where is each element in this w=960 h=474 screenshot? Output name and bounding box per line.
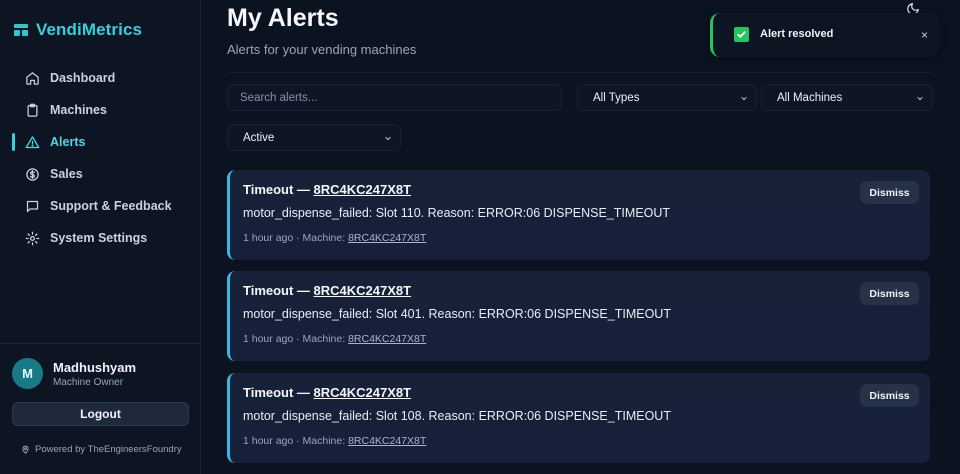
brand-name: VendiMetrics bbox=[36, 20, 143, 39]
alert-title: Timeout — 8RC4KC247X8T bbox=[243, 283, 411, 298]
chevron-down-icon bbox=[384, 133, 392, 141]
sidebar-item-label: Dashboard bbox=[50, 71, 116, 85]
sidebar-item-settings[interactable]: System Settings bbox=[0, 222, 201, 254]
sidebar-item-label: System Settings bbox=[50, 231, 148, 245]
sidebar-item-label: Sales bbox=[50, 167, 83, 181]
sidebar-nav: Dashboard Machines Alerts Sales Support … bbox=[0, 62, 201, 254]
divider bbox=[227, 72, 933, 73]
check-icon bbox=[734, 27, 749, 42]
chat-icon bbox=[24, 198, 40, 214]
toast-notification: Alert resolved × bbox=[710, 13, 940, 57]
alert-card: Timeout — 8RC4KC247X8T motor_dispense_fa… bbox=[227, 271, 930, 361]
alert-message: motor_dispense_failed: Slot 108. Reason:… bbox=[243, 409, 671, 423]
machine-filter-value: All Machines bbox=[777, 91, 843, 104]
sidebar-item-support[interactable]: Support & Feedback bbox=[0, 190, 201, 222]
sidebar-item-label: Support & Feedback bbox=[50, 199, 172, 213]
alert-type: Timeout — bbox=[243, 385, 314, 400]
alert-machine-meta-link[interactable]: 8RC4KC247X8T bbox=[348, 435, 426, 447]
alert-type: Timeout — bbox=[243, 182, 314, 197]
alert-time: 1 hour ago · Machine: bbox=[243, 435, 349, 447]
type-filter-value: All Types bbox=[593, 91, 640, 104]
dollar-circle-icon bbox=[24, 166, 40, 182]
brand[interactable]: VendiMetrics bbox=[14, 20, 142, 40]
alert-card: Timeout — 8RC4KC247X8T motor_dispense_fa… bbox=[227, 373, 930, 463]
sidebar-item-machines[interactable]: Machines bbox=[0, 94, 201, 126]
dismiss-button[interactable]: Dismiss bbox=[860, 181, 919, 204]
alert-message: motor_dispense_failed: Slot 110. Reason:… bbox=[243, 206, 671, 220]
alert-title: Timeout — 8RC4KC247X8T bbox=[243, 385, 411, 400]
avatar: M bbox=[12, 358, 43, 389]
alert-title: Timeout — 8RC4KC247X8T bbox=[243, 182, 411, 197]
alert-time: 1 hour ago · Machine: bbox=[243, 333, 349, 345]
logo-icon bbox=[14, 23, 28, 37]
powered-by-text: Powered by TheEngineersFoundry bbox=[35, 444, 182, 455]
chevron-down-icon bbox=[740, 93, 748, 101]
user-role: Machine Owner bbox=[53, 376, 124, 388]
dismiss-button[interactable]: Dismiss bbox=[860, 282, 919, 305]
alert-machine-link[interactable]: 8RC4KC247X8T bbox=[314, 182, 412, 197]
alert-time: 1 hour ago · Machine: bbox=[243, 232, 349, 244]
search-input[interactable] bbox=[227, 84, 562, 111]
location-pin-icon bbox=[22, 445, 29, 454]
gear-icon bbox=[24, 230, 40, 246]
alert-machine-meta-link[interactable]: 8RC4KC247X8T bbox=[348, 333, 426, 345]
sidebar-item-label: Machines bbox=[50, 103, 107, 117]
home-icon bbox=[24, 70, 40, 86]
user-profile: M Madhushyam Machine Owner bbox=[12, 358, 136, 389]
status-filter-select[interactable]: Active bbox=[227, 124, 401, 151]
page-title: My Alerts bbox=[227, 4, 339, 32]
alert-meta: 1 hour ago · Machine: 8RC4KC247X8T bbox=[243, 435, 426, 447]
close-icon[interactable]: × bbox=[921, 28, 928, 42]
page-subtitle: Alerts for your vending machines bbox=[227, 42, 417, 57]
alert-machine-link[interactable]: 8RC4KC247X8T bbox=[314, 385, 412, 400]
status-filter-value: Active bbox=[243, 131, 275, 144]
alert-type: Timeout — bbox=[243, 283, 314, 298]
alert-machine-link[interactable]: 8RC4KC247X8T bbox=[314, 283, 412, 298]
alert-machine-meta-link[interactable]: 8RC4KC247X8T bbox=[348, 232, 426, 244]
alert-message: motor_dispense_failed: Slot 401. Reason:… bbox=[243, 307, 671, 321]
alert-meta: 1 hour ago · Machine: 8RC4KC247X8T bbox=[243, 232, 426, 244]
dismiss-button[interactable]: Dismiss bbox=[860, 384, 919, 407]
toast-message: Alert resolved bbox=[760, 28, 834, 40]
alert-card: Timeout — 8RC4KC247X8T motor_dispense_fa… bbox=[227, 170, 930, 260]
sidebar-item-alerts[interactable]: Alerts bbox=[0, 126, 201, 158]
clipboard-icon bbox=[24, 102, 40, 118]
sidebar: VendiMetrics Dashboard Machines Alerts S… bbox=[0, 0, 201, 474]
divider bbox=[0, 343, 201, 344]
alert-meta: 1 hour ago · Machine: 8RC4KC247X8T bbox=[243, 333, 426, 345]
logout-button[interactable]: Logout bbox=[12, 402, 189, 426]
machine-filter-select[interactable]: All Machines bbox=[761, 84, 933, 111]
chevron-down-icon bbox=[916, 93, 924, 101]
sidebar-item-dashboard[interactable]: Dashboard bbox=[0, 62, 201, 94]
sidebar-item-label: Alerts bbox=[50, 135, 86, 149]
sidebar-item-sales[interactable]: Sales bbox=[0, 158, 201, 190]
warning-triangle-icon bbox=[24, 134, 40, 150]
type-filter-select[interactable]: All Types bbox=[577, 84, 757, 111]
powered-by: Powered by TheEngineersFoundry bbox=[21, 444, 182, 455]
user-name: Madhushyam bbox=[53, 359, 137, 375]
